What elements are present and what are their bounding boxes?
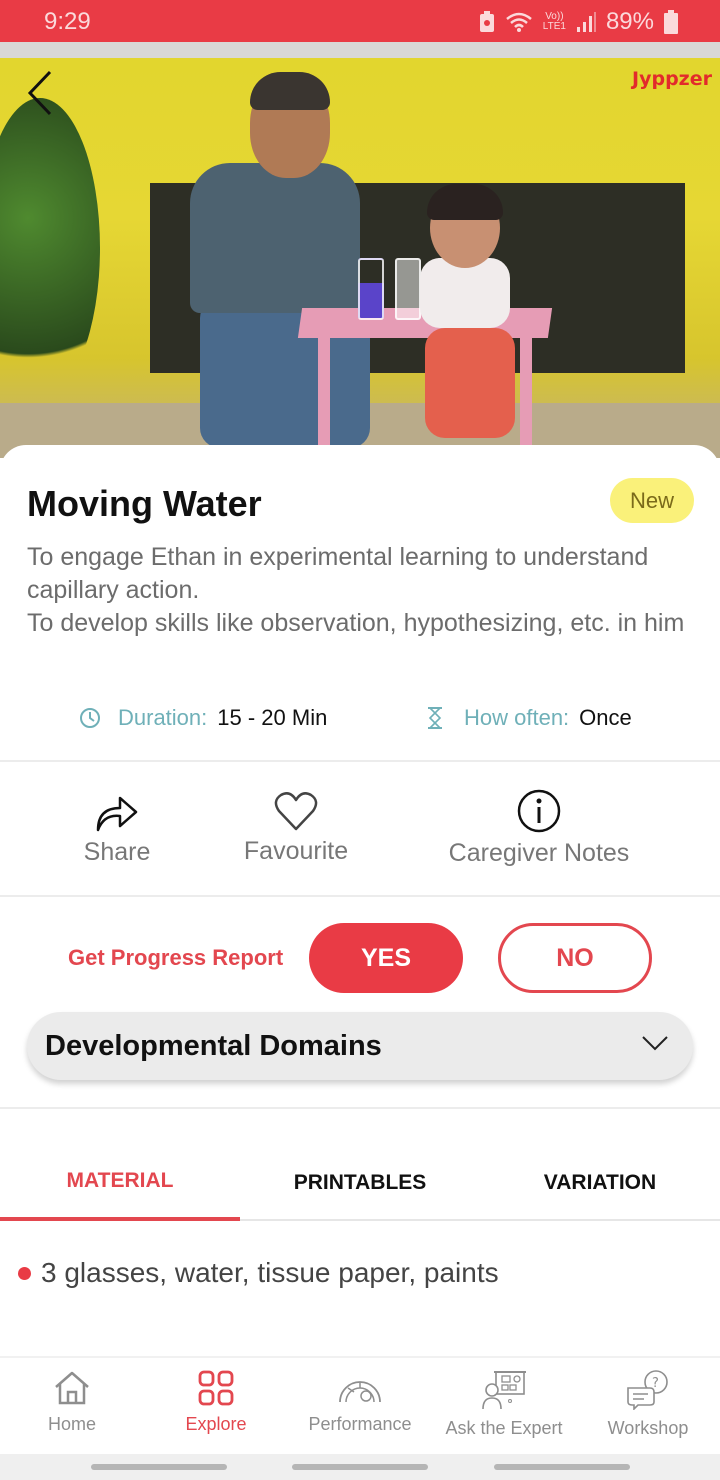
share-icon [96, 796, 138, 831]
nav-ask-the-expert-label: Ask the Expert [445, 1418, 563, 1438]
nav-ask-the-expert[interactable]: Ask the Expert [432, 1358, 576, 1456]
table-leg [318, 338, 330, 458]
status-bar: 9:29 Vo)) LTE1 89% [0, 0, 720, 42]
frequency-label: How often: [464, 705, 570, 730]
chevron-left-icon [27, 70, 52, 116]
activity-meta: Duration: 15 - 20 Min How often: Once [0, 705, 720, 737]
adult-figure [180, 72, 380, 458]
gesture-pill[interactable] [494, 1464, 630, 1470]
expert-presenter-icon [482, 1371, 526, 1410]
nav-workshop[interactable]: ? Workshop [576, 1358, 720, 1456]
battery-percent: 89% [605, 8, 654, 35]
caregiver-notes-label: Caregiver Notes [448, 838, 630, 867]
back-button[interactable] [26, 68, 66, 118]
progress-yes-button[interactable]: YES [309, 923, 463, 993]
battery-saver-icon [479, 11, 494, 32]
frequency-info: How often: Once [426, 705, 632, 731]
nav-explore[interactable]: Explore [144, 1358, 288, 1456]
caregiver-notes-button[interactable]: Caregiver Notes [430, 761, 648, 895]
description-line: To develop skills like observation, hypo… [27, 609, 685, 637]
tab-variation[interactable]: VARIATION [480, 1145, 720, 1221]
child-figure [415, 184, 525, 438]
progress-no-button[interactable]: NO [498, 923, 652, 993]
info-icon [517, 789, 561, 832]
activity-description: To engage Ethan in experimental learning… [27, 541, 697, 640]
gauge-icon [339, 1381, 381, 1403]
bullet-icon [18, 1266, 31, 1280]
chevron-down-icon [642, 1036, 668, 1051]
favourite-label: Favourite [243, 836, 349, 865]
tab-printables[interactable]: PRINTABLES [240, 1145, 480, 1221]
wifi-icon [505, 12, 532, 32]
nav-home-label: Home [47, 1414, 96, 1434]
activity-video-thumbnail[interactable] [0, 58, 720, 458]
description-line: To engage Ethan in experimental learning… [27, 543, 649, 604]
nav-workshop-label: Workshop [607, 1418, 689, 1438]
divider [0, 1107, 720, 1109]
action-row: Share Favourite Caregiver Notes [0, 761, 720, 895]
share-button[interactable]: Share [62, 761, 172, 895]
gesture-pill[interactable] [292, 1464, 428, 1470]
developmental-domains-dropdown[interactable]: Developmental Domains [27, 1012, 693, 1080]
status-bar-divider [0, 42, 720, 58]
activity-title: Moving Water [27, 483, 262, 524]
material-text: 3 glasses, water, tissue paper, paints [41, 1257, 499, 1288]
activity-detail-card: Moving Water New To engage Ethan in expe… [0, 445, 720, 1355]
content-tabs: MATERIAL PRINTABLES VARIATION [0, 1145, 720, 1221]
home-icon [55, 1371, 89, 1405]
share-label: Share [83, 837, 151, 866]
chat-question-icon: ? [627, 1370, 668, 1410]
status-time: 9:29 [44, 8, 91, 35]
clock-icon [80, 708, 100, 728]
duration-info: Duration: 15 - 20 Min [78, 705, 327, 731]
tab-material[interactable]: MATERIAL [0, 1145, 240, 1221]
bottom-navigation: Home Explore Performance Ask the Expert … [0, 1356, 720, 1454]
nav-explore-label: Explore [185, 1414, 247, 1434]
progress-report-label: Get Progress Report [68, 945, 284, 970]
grid-icon [198, 1370, 234, 1406]
developmental-domains-label: Developmental Domains [45, 1029, 382, 1062]
glass-blue [358, 258, 384, 320]
nav-performance-label: Performance [308, 1414, 412, 1434]
signal-icon [576, 12, 596, 32]
new-badge: New [610, 478, 694, 523]
duration-value: 15 - 20 Min [217, 705, 328, 730]
gesture-pill[interactable] [91, 1464, 227, 1470]
lte-label: LTE1 [542, 21, 566, 32]
system-gesture-bar [0, 1454, 720, 1480]
favourite-button[interactable]: Favourite [226, 761, 366, 895]
plant [0, 98, 100, 398]
heart-icon [274, 791, 318, 830]
hourglass-icon [428, 707, 442, 729]
material-list-item: 3 glasses, water, tissue paper, paints [18, 1257, 499, 1289]
duration-label: Duration: [118, 705, 208, 730]
volte-indicator: Vo)) LTE1 [543, 12, 566, 32]
nav-performance[interactable]: Performance [288, 1358, 432, 1456]
battery-icon [664, 10, 678, 34]
status-indicators: Vo)) LTE1 89% [479, 8, 678, 36]
divider [0, 895, 720, 897]
brand-logo: Jyppzer [632, 68, 712, 90]
frequency-value: Once [579, 705, 632, 730]
nav-home[interactable]: Home [0, 1358, 144, 1456]
